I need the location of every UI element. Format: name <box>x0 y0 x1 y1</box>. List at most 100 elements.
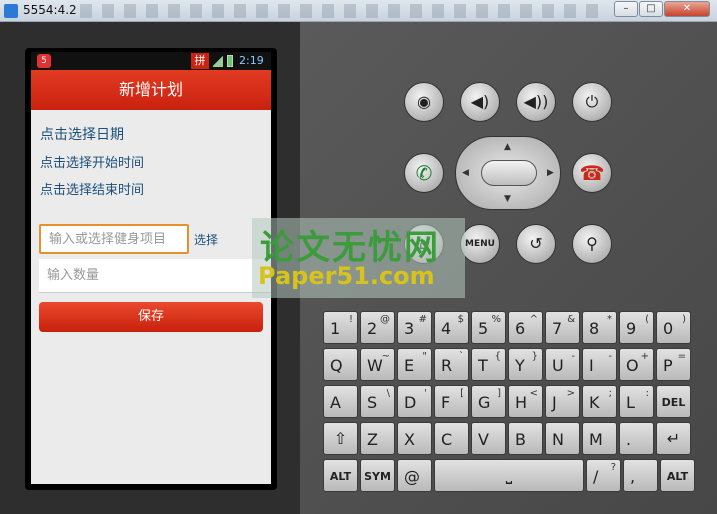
dpad-up-icon[interactable]: ▲ <box>504 142 511 152</box>
quantity-input[interactable]: 输入数量 <box>39 259 271 293</box>
dpad-down-icon[interactable]: ▼ <box>504 194 511 204</box>
key-alt-label: - <box>608 351 612 362</box>
key-row3-0[interactable]: A <box>323 385 358 418</box>
key-row4-8[interactable]: . <box>619 422 654 455</box>
key-row5-0[interactable]: ALT <box>323 459 358 492</box>
key-row3-4[interactable]: G] <box>471 385 506 418</box>
key-row2-4[interactable]: T{ <box>471 348 506 381</box>
key-row1-6[interactable]: 7 & <box>545 311 580 344</box>
volume-down-icon[interactable]: ◀) <box>460 82 500 122</box>
dpad-center-button[interactable] <box>481 160 537 186</box>
key-label: V <box>478 430 489 449</box>
key-row1-5[interactable]: 6 ^ <box>508 311 543 344</box>
key-row3-9[interactable]: DEL <box>656 385 691 418</box>
key-label: U <box>552 356 564 375</box>
key-row4-3[interactable]: C <box>434 422 469 455</box>
key-row3-5[interactable]: H < <box>508 385 543 418</box>
key-row2-9[interactable]: P = <box>656 348 691 381</box>
key-row5-5[interactable]: , <box>623 459 658 492</box>
key-row4-5[interactable]: B <box>508 422 543 455</box>
key-label: 0 <box>663 319 674 338</box>
save-button[interactable]: 保存 <box>39 302 263 332</box>
key-label: 8 <box>589 319 600 338</box>
key-row4-9[interactable]: ↵ <box>656 422 691 455</box>
key-row1-8[interactable]: 9( <box>619 311 654 344</box>
dpad-right-icon[interactable]: ▶ <box>547 168 554 178</box>
camera-icon[interactable]: ◉ <box>404 82 444 122</box>
key-alt-label: : <box>645 388 649 399</box>
maximize-button[interactable]: □ <box>639 1 663 17</box>
key-label: . <box>626 430 632 449</box>
key-row3-6[interactable]: J > <box>545 385 580 418</box>
key-alt-label: ? <box>610 462 616 473</box>
key-row5-3[interactable]: ⎵ <box>434 459 584 492</box>
key-label: 3 <box>404 319 415 338</box>
key-row4-1[interactable]: Z <box>360 422 395 455</box>
window-title: 5554:4.2 <box>23 3 77 17</box>
signal-icon <box>213 55 223 67</box>
close-button[interactable]: ✕ <box>664 1 710 17</box>
volume-up-icon[interactable]: ◀)) <box>516 82 556 122</box>
key-label: ⇧ <box>333 429 348 448</box>
key-row1-0[interactable]: 1! <box>323 311 358 344</box>
battery-icon <box>227 55 233 67</box>
key-label: H <box>515 393 528 412</box>
key-row2-6[interactable]: U- <box>545 348 580 381</box>
key-row4-6[interactable]: N <box>545 422 580 455</box>
key-row3-7[interactable]: K; <box>582 385 617 418</box>
key-label: ⎵ <box>505 465 513 484</box>
key-alt-label: @ <box>380 314 390 325</box>
select-end-time-link[interactable]: 点击选择结束时间 <box>40 179 144 198</box>
key-row2-1[interactable]: W ~ <box>360 348 395 381</box>
key-label: A <box>330 393 341 412</box>
menu-button[interactable]: MENU <box>460 224 500 264</box>
dpad-left-icon[interactable]: ◀ <box>462 168 469 178</box>
key-alt-label: ; <box>608 388 612 399</box>
key-row3-8[interactable]: L: <box>619 385 654 418</box>
dpad[interactable]: ▲ ▼ ◀ ▶ <box>455 136 561 210</box>
key-row2-5[interactable]: Y} <box>508 348 543 381</box>
key-alt-label: + <box>640 351 649 362</box>
key-label: N <box>552 430 564 449</box>
key-label: 9 <box>626 319 637 338</box>
android-status-bar: 5 拼 2:19 <box>31 52 271 70</box>
key-row3-2[interactable]: D ' <box>397 385 432 418</box>
key-row1-9[interactable]: 0) <box>656 311 691 344</box>
key-label: T <box>478 356 488 375</box>
key-row2-0[interactable]: Q <box>323 348 358 381</box>
key-row2-8[interactable]: O + <box>619 348 654 381</box>
power-icon[interactable]: ⏻ <box>572 82 612 122</box>
search-icon[interactable]: ⚲ <box>572 224 612 264</box>
end-call-icon[interactable]: ☎ <box>572 153 612 193</box>
minimize-button[interactable]: – <box>614 1 638 17</box>
key-row2-2[interactable]: E " <box>397 348 432 381</box>
back-icon[interactable]: ↺ <box>516 224 556 264</box>
key-row2-7[interactable]: I- <box>582 348 617 381</box>
select-date-link[interactable]: 点击选择日期 <box>40 124 124 144</box>
key-row4-0[interactable]: ⇧ <box>323 422 358 455</box>
key-row1-3[interactable]: 4 $ <box>434 311 469 344</box>
key-row4-2[interactable]: X <box>397 422 432 455</box>
key-row5-6[interactable]: ALT <box>660 459 695 492</box>
key-alt-label: > <box>566 388 575 399</box>
key-row2-3[interactable]: R ` <box>434 348 469 381</box>
key-row5-2[interactable]: @ <box>397 459 432 492</box>
key-row4-7[interactable]: M <box>582 422 617 455</box>
choose-project-button[interactable]: 选择 <box>194 231 218 248</box>
key-alt-label: = <box>677 351 686 362</box>
key-row1-1[interactable]: 2 @ <box>360 311 395 344</box>
key-row5-1[interactable]: SYM <box>360 459 395 492</box>
key-row5-4[interactable]: /? <box>586 459 621 492</box>
call-icon[interactable]: ✆ <box>404 153 444 193</box>
select-start-time-link[interactable]: 点击选择开始时间 <box>40 152 144 171</box>
key-alt-label: % <box>491 314 501 325</box>
key-label: ALT <box>329 470 352 483</box>
key-row1-4[interactable]: 5% <box>471 311 506 344</box>
key-row4-4[interactable]: V <box>471 422 506 455</box>
key-row3-3[interactable]: F[ <box>434 385 469 418</box>
key-alt-label: * <box>607 314 612 325</box>
key-row1-2[interactable]: 3 # <box>397 311 432 344</box>
project-input[interactable]: 输入或选择健身项目 <box>39 224 189 254</box>
key-row3-1[interactable]: S \ <box>360 385 395 418</box>
key-row1-7[interactable]: 8 * <box>582 311 617 344</box>
